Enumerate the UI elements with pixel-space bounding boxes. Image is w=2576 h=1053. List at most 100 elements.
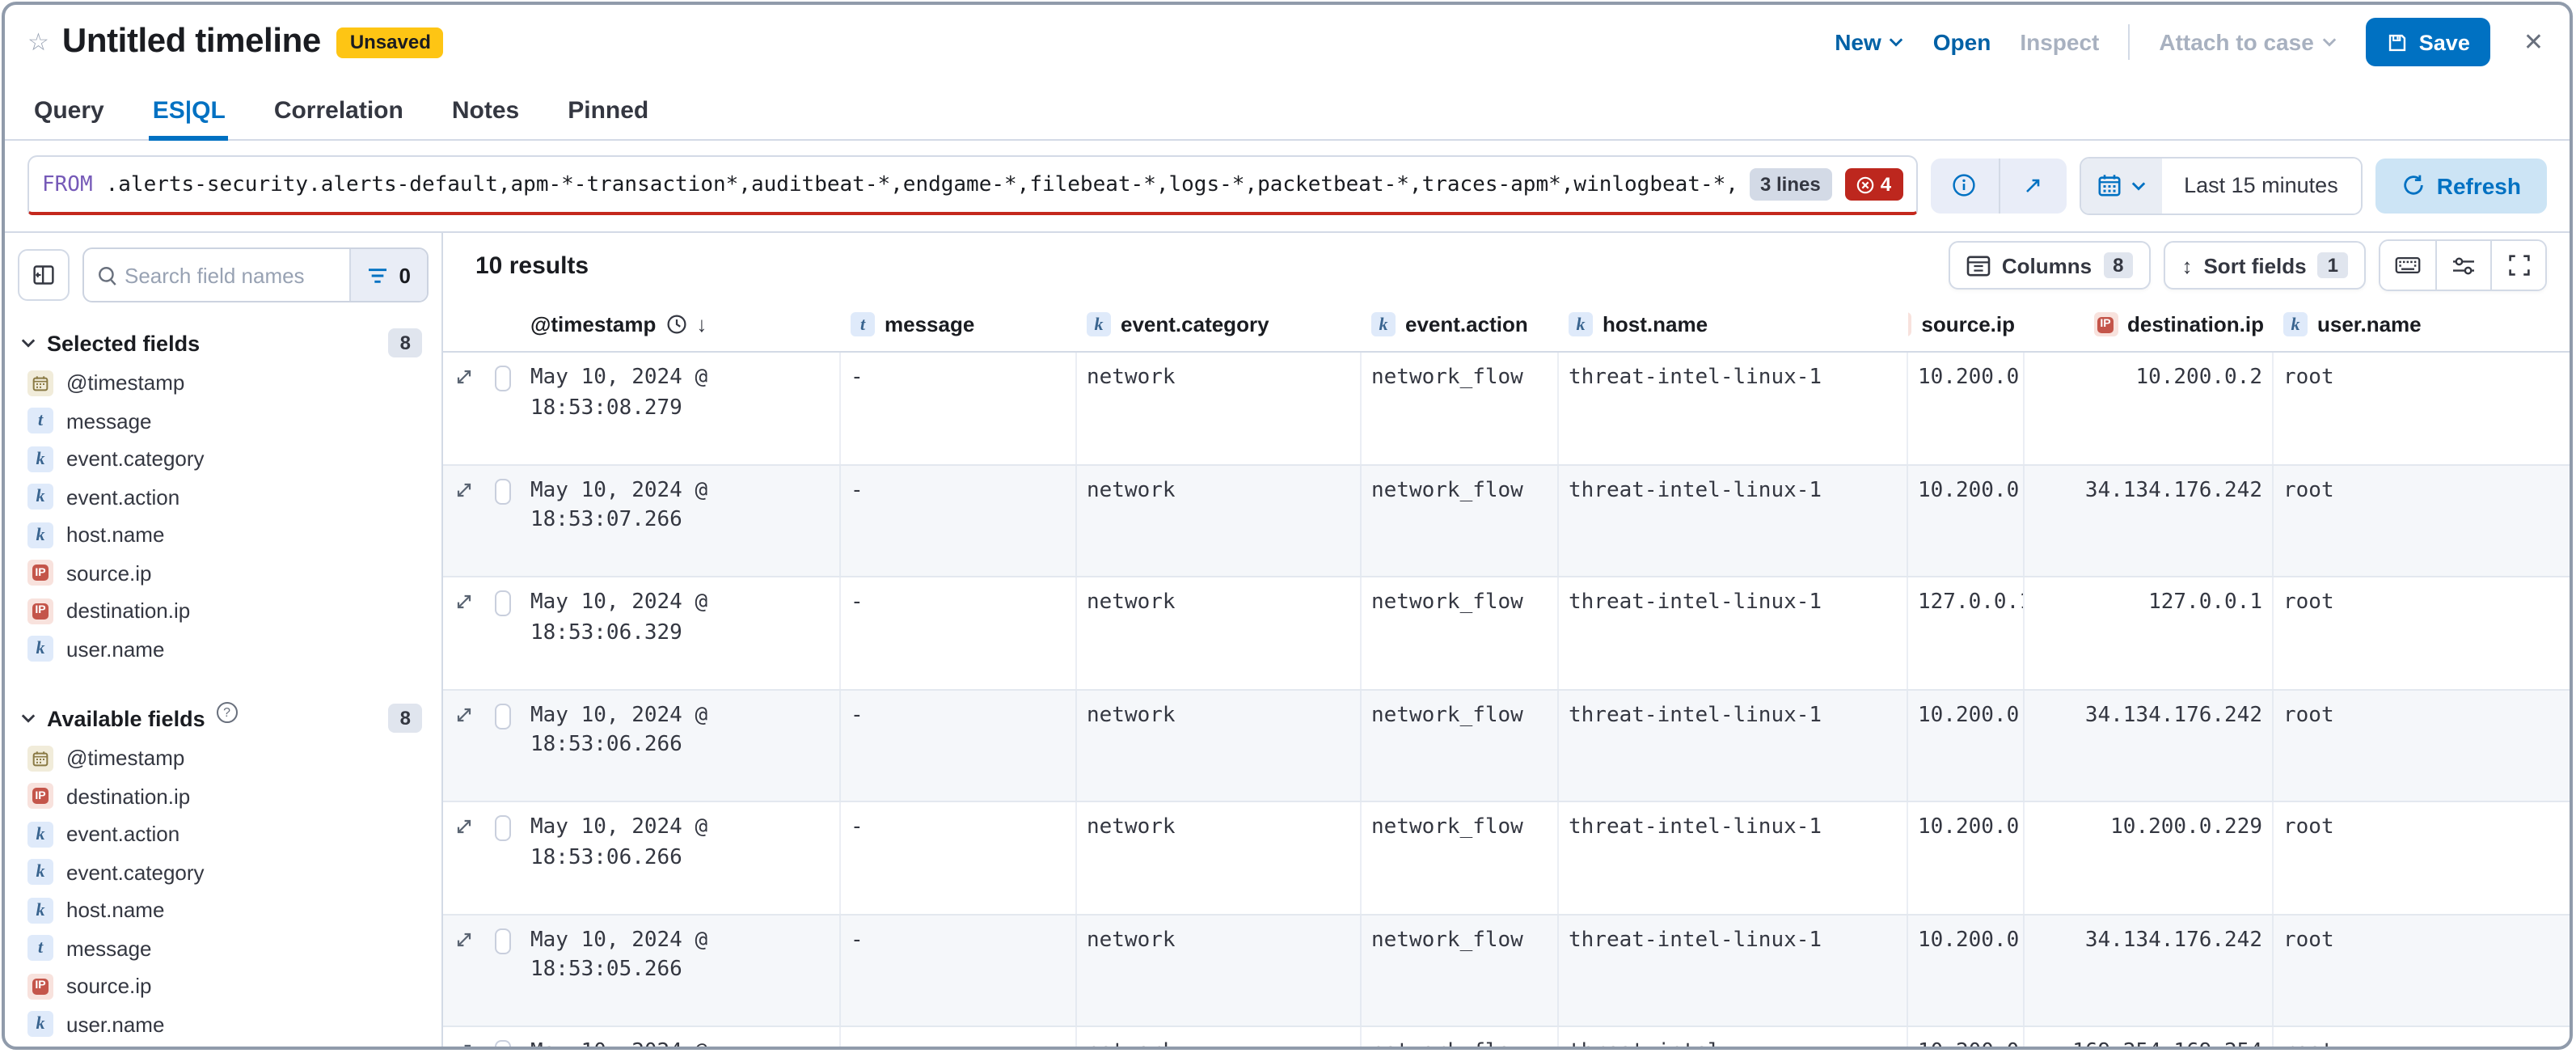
cell-source-ip[interactable]: 10.200.0.9 [1908,802,2025,913]
cell-event-category[interactable]: network [1077,577,1362,688]
cell-event-action[interactable]: network_flow [1362,1027,1559,1047]
cell-host-name[interactable]: threat-intel-linux-1 [1559,915,1908,1026]
expand-event-icon[interactable] [454,367,474,463]
field-filters-button[interactable]: 0 [349,249,427,301]
save-button[interactable]: Save [2366,18,2491,66]
cell-destination-ip[interactable]: 34.134.176.242 [2025,690,2274,801]
cell-destination-ip[interactable]: 34.134.176.242 [2025,915,2274,1026]
cell-source-ip[interactable]: 10.200.0.9 [1908,353,2025,463]
expand-event-icon[interactable] [454,817,474,913]
search-field-names-input[interactable] [118,263,349,287]
cell-destination-ip[interactable]: 169.254.169.254 [2025,1027,2274,1047]
field-list-item[interactable]: IP destination.ip [5,592,441,630]
query-info-button[interactable] [1930,158,1998,213]
cell-destination-ip[interactable]: 34.134.176.242 [2025,465,2274,576]
cell-event-category[interactable]: network [1077,802,1362,913]
field-list-item[interactable]: @timestamp [5,739,441,777]
field-list-item[interactable]: k event.category [5,440,441,478]
cell-message[interactable]: - [841,465,1077,576]
cell-destination-ip[interactable]: 10.200.0.2 [2025,353,2274,463]
cell-user-name[interactable]: root [2274,1027,2570,1047]
cell-event-category[interactable]: network [1077,690,1362,801]
cell-source-ip[interactable]: 127.0.0.1 [1908,577,2025,688]
expand-event-icon[interactable] [454,592,474,688]
row-checkbox[interactable] [495,928,511,954]
cell-source-ip[interactable]: 10.200.0.9 [1908,915,2025,1026]
cell-event-category[interactable]: network [1077,915,1362,1026]
columns-button[interactable]: Columns 8 [1949,241,2152,290]
field-list-item[interactable]: k user.name [5,1005,441,1043]
expand-event-icon[interactable] [454,929,474,1026]
field-list-item[interactable]: IP destination.ip [5,777,441,815]
new-button[interactable]: New [1835,29,1904,55]
row-checkbox[interactable] [495,703,511,729]
cell-timestamp[interactable]: May 10, 2024 @18:53:08.279 [521,353,841,463]
cell-user-name[interactable]: root [2274,802,2570,913]
cell-host-name[interactable]: threat-intel-linux-1 [1559,802,1908,913]
field-list-item[interactable]: @timestamp [5,364,441,402]
cell-event-action[interactable]: network_flow [1362,465,1559,576]
cell-event-category[interactable]: network [1077,465,1362,576]
field-list-item[interactable]: k user.name [5,630,441,668]
column-header-host-name[interactable]: k host.name [1559,312,1908,336]
error-count-badge[interactable]: 4 [1845,168,1902,201]
tab-pinned[interactable]: Pinned [564,97,652,139]
selected-fields-header[interactable]: Selected fields 8 [5,315,441,364]
keyboard-shortcuts-button[interactable] [2380,241,2435,290]
cell-event-action[interactable]: network_flow [1362,915,1559,1026]
cell-destination-ip[interactable]: 10.200.0.229 [2025,802,2274,913]
field-list-item[interactable]: k host.name [5,891,441,929]
collapse-sidebar-button[interactable] [18,249,70,301]
attach-to-case-button[interactable]: Attach to case [2159,29,2336,55]
cell-event-category[interactable]: network [1077,1027,1362,1047]
field-list-item[interactable]: k event.action [5,815,441,853]
expand-query-button[interactable] [1998,158,2066,213]
cell-event-action[interactable]: network_flow [1362,690,1559,801]
row-checkbox[interactable] [495,478,511,504]
available-fields-header[interactable]: Available fields ? 8 [5,691,441,739]
cell-user-name[interactable]: root [2274,690,2570,801]
cell-source-ip[interactable]: 10.200.0.9 [1908,1027,2025,1047]
cell-message[interactable]: - [841,353,1077,463]
cell-timestamp[interactable]: May 10, 2024 @18:53:06.266 [521,802,841,913]
cell-timestamp[interactable]: May 10, 2024 @18:53:05.266 [521,915,841,1026]
close-icon[interactable]: ✕ [2520,27,2547,57]
cell-timestamp[interactable]: May 10, 2024 @18:53:06.329 [521,577,841,688]
cell-event-action[interactable]: network_flow [1362,577,1559,688]
field-list-item[interactable]: k event.category [5,853,441,891]
field-list-item[interactable]: k event.action [5,478,441,516]
cell-user-name[interactable]: root [2274,353,2570,463]
cell-host-name[interactable]: threat-intel-linux-1 [1559,690,1908,801]
cell-timestamp[interactable]: May 10, 2024 @18:53:06.266 [521,690,841,801]
sort-fields-button[interactable]: ↕ Sort fields 1 [2164,241,2366,290]
row-checkbox[interactable] [495,366,511,391]
cell-host-name[interactable]: threat-intel- [1559,1027,1908,1047]
expand-event-icon[interactable] [454,1042,474,1047]
refresh-button[interactable]: Refresh [2375,158,2547,213]
row-checkbox[interactable] [495,815,511,841]
column-header-destination-ip[interactable]: IP destination.ip [2025,312,2274,336]
cell-host-name[interactable]: threat-intel-linux-1 [1559,577,1908,688]
tab-notes[interactable]: Notes [449,97,522,139]
cell-host-name[interactable]: threat-intel-linux-1 [1559,465,1908,576]
row-checkbox[interactable] [495,590,511,616]
expand-event-icon[interactable] [454,704,474,801]
tab-correlation[interactable]: Correlation [271,97,407,139]
time-range-label[interactable]: Last 15 minutes [2161,158,2361,213]
date-quick-select-button[interactable] [2080,158,2161,213]
esql-query-input[interactable]: FROM .alerts-security.alerts-default,apm… [27,155,1917,215]
column-header-event-action[interactable]: k event.action [1362,312,1559,336]
column-header-timestamp[interactable]: @timestamp ↓ [521,312,841,336]
favorite-star-icon[interactable]: ☆ [27,27,49,57]
cell-message[interactable]: - [841,577,1077,688]
cell-message[interactable]: - [841,1027,1077,1047]
cell-message[interactable]: - [841,802,1077,913]
expand-event-icon[interactable] [454,480,474,576]
column-header-user-name[interactable]: k user.name [2274,312,2570,336]
tab-query[interactable]: Query [31,97,108,139]
cell-host-name[interactable]: threat-intel-linux-1 [1559,353,1908,463]
field-list-item[interactable]: IP source.ip [5,967,441,1005]
cell-timestamp[interactable]: May 10, 2024 @18:53:07.266 [521,465,841,576]
cell-user-name[interactable]: root [2274,465,2570,576]
column-header-source-ip[interactable]: IP source.ip [1908,312,2025,336]
